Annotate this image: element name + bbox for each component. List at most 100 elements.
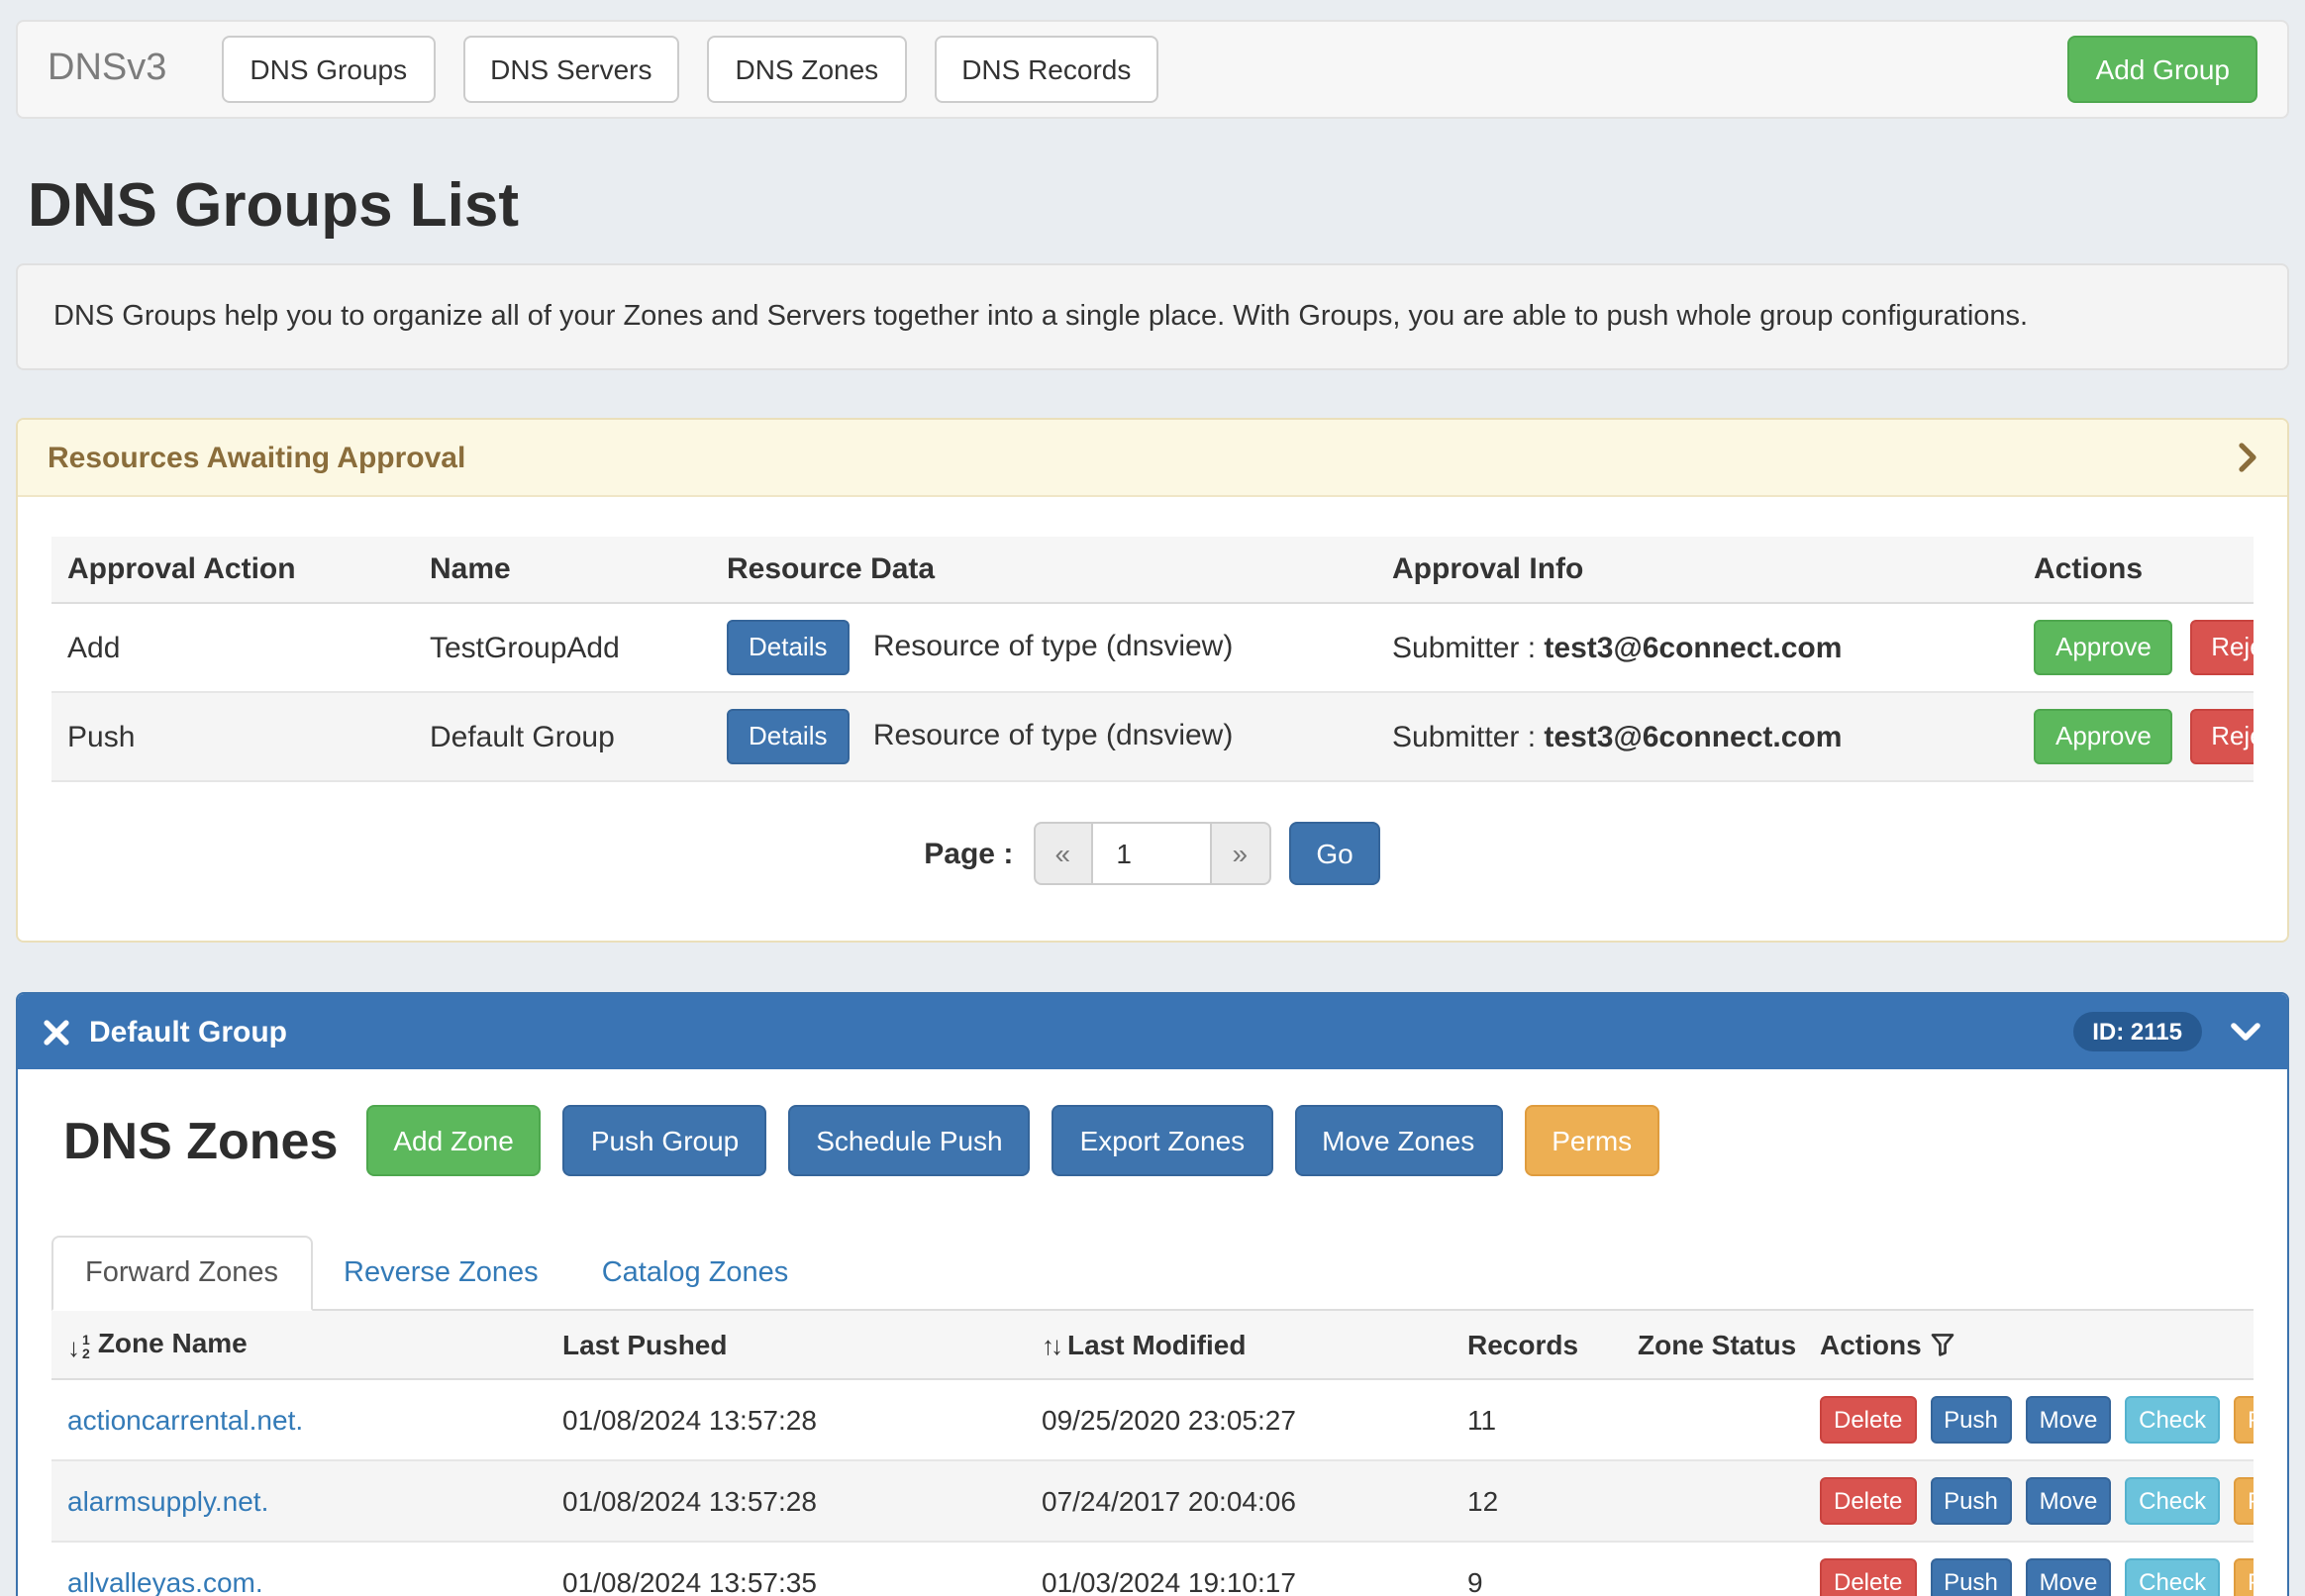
group-panel-body: DNS Zones Add Zone Push Group Schedule P… <box>18 1069 2287 1596</box>
app-brand: DNSv3 <box>48 48 166 91</box>
nav-dns-servers-button[interactable]: DNS Servers <box>462 36 679 103</box>
resource-description: Resource of type (dnsview) <box>873 719 1234 752</box>
details-button[interactable]: Details <box>727 709 850 764</box>
last-modified-value: 07/24/2017 20:04:06 <box>1026 1459 1452 1541</box>
approve-button[interactable]: Approve <box>2034 709 2173 764</box>
col-zone-name[interactable]: ↓12Zone Name <box>51 1311 547 1378</box>
tab-reverse-zones[interactable]: Reverse Zones <box>312 1238 570 1309</box>
delete-zone-button[interactable]: Delete <box>1820 1395 1916 1443</box>
filter-icon <box>1932 1333 1955 1356</box>
submitter-email: test3@6connect.com <box>1544 631 1842 664</box>
details-button[interactable]: Details <box>727 620 850 675</box>
resource-description: Resource of type (dnsview) <box>873 630 1234 663</box>
approval-action: Add <box>51 603 414 692</box>
col-resource-data: Resource Data <box>711 537 1376 603</box>
group-panel-title: Default Group <box>89 1015 287 1048</box>
col-approval-info: Approval Info <box>1376 537 2018 603</box>
page-number-input[interactable] <box>1092 822 1211 885</box>
page-next-button[interactable]: » <box>1211 822 1270 885</box>
last-modified-value: 01/03/2024 19:10:17 <box>1026 1541 1452 1596</box>
col-last-modified[interactable]: ↑↓Last Modified <box>1026 1311 1452 1378</box>
zone-row: allvalleyas.com. 01/08/2024 13:57:35 01/… <box>51 1541 2254 1596</box>
group-panel-header[interactable]: Default Group ID: 2115 <box>18 994 2287 1069</box>
app-viewport: DNSv3 DNS Groups DNS Servers DNS Zones D… <box>0 0 2305 1596</box>
move-zones-button[interactable]: Move Zones <box>1294 1105 1502 1176</box>
zones-table: ↓12Zone Name Last Pushed ↑↓Last Modified… <box>51 1311 2254 1596</box>
col-zone-status: Zone Status <box>1622 1311 1804 1378</box>
zone-row: actioncarrental.net. 01/08/2024 13:57:28… <box>51 1378 2254 1459</box>
group-panel: Default Group ID: 2115 DNS Zones Add Zon… <box>16 992 2289 1596</box>
approval-row: Add TestGroupAdd Details Resource of typ… <box>51 603 2254 692</box>
zone-status-value <box>1622 1459 1804 1541</box>
nav-dns-groups-button[interactable]: DNS Groups <box>222 36 435 103</box>
col-actions: Actions <box>2018 537 2254 603</box>
tab-catalog-zones[interactable]: Catalog Zones <box>570 1238 821 1309</box>
approval-panel-body: Approval Action Name Resource Data Appro… <box>18 497 2287 941</box>
page-prev-button[interactable]: « <box>1033 822 1092 885</box>
approval-table: Approval Action Name Resource Data Appro… <box>51 537 2254 782</box>
push-zone-button[interactable]: Push <box>1930 1557 2012 1596</box>
schedule-push-button[interactable]: Schedule Push <box>788 1105 1030 1176</box>
approval-panel-header[interactable]: Resources Awaiting Approval <box>18 420 2287 497</box>
records-count: 9 <box>1452 1541 1622 1596</box>
reject-button[interactable]: Reject <box>2189 620 2254 675</box>
check-zone-button[interactable]: Check <box>2125 1557 2220 1596</box>
zones-toolbar: DNS Zones Add Zone Push Group Schedule P… <box>51 1105 2254 1176</box>
delete-zone-button[interactable]: Delete <box>1820 1557 1916 1596</box>
zone-perms-button[interactable]: Perms <box>2234 1395 2254 1443</box>
close-icon[interactable] <box>44 1019 69 1045</box>
col-approval-action: Approval Action <box>51 537 414 603</box>
col-zone-actions[interactable]: Actions <box>1804 1311 2254 1378</box>
reject-button[interactable]: Reject <box>2189 709 2254 764</box>
zones-table-header-row: ↓12Zone Name Last Pushed ↑↓Last Modified… <box>51 1311 2254 1378</box>
check-zone-button[interactable]: Check <box>2125 1395 2220 1443</box>
add-group-button[interactable]: Add Group <box>2068 36 2257 103</box>
last-modified-value: 09/25/2020 23:05:27 <box>1026 1378 1452 1459</box>
push-zone-button[interactable]: Push <box>1930 1476 2012 1524</box>
export-zones-button[interactable]: Export Zones <box>1052 1105 1273 1176</box>
push-zone-button[interactable]: Push <box>1930 1395 2012 1443</box>
submitter-label: Submitter : <box>1392 631 1536 664</box>
approval-row: Push Default Group Details Resource of t… <box>51 692 2254 781</box>
col-name: Name <box>414 537 711 603</box>
approval-table-header-row: Approval Action Name Resource Data Appro… <box>51 537 2254 603</box>
tab-forward-zones[interactable]: Forward Zones <box>51 1236 312 1311</box>
check-zone-button[interactable]: Check <box>2125 1476 2220 1524</box>
zone-status-value <box>1622 1378 1804 1459</box>
group-id-badge: ID: 2115 <box>2072 1012 2202 1051</box>
chevron-right-icon[interactable] <box>2238 442 2257 473</box>
approve-button[interactable]: Approve <box>2034 620 2173 675</box>
pagination: Page : « » Go <box>51 822 2254 885</box>
go-button[interactable]: Go <box>1288 822 1380 885</box>
col-records: Records <box>1452 1311 1622 1378</box>
records-count: 11 <box>1452 1378 1622 1459</box>
chevron-down-icon[interactable] <box>2230 1022 2261 1042</box>
zone-name-link[interactable]: allvalleyas.com. <box>67 1565 263 1596</box>
zones-tabs: Forward Zones Reverse Zones Catalog Zone… <box>51 1236 2254 1311</box>
page-description: DNS Groups help you to organize all of y… <box>16 263 2289 370</box>
nav-dns-records-button[interactable]: DNS Records <box>934 36 1158 103</box>
col-last-pushed[interactable]: Last Pushed <box>547 1311 1026 1378</box>
approval-panel-title: Resources Awaiting Approval <box>48 441 465 474</box>
zone-name-link[interactable]: actioncarrental.net. <box>67 1403 303 1435</box>
delete-zone-button[interactable]: Delete <box>1820 1476 1916 1524</box>
submitter-label: Submitter : <box>1392 720 1536 753</box>
perms-button[interactable]: Perms <box>1524 1105 1659 1176</box>
zone-perms-button[interactable]: Perms <box>2234 1476 2254 1524</box>
zone-perms-button[interactable]: Perms <box>2234 1557 2254 1596</box>
move-zone-button[interactable]: Move <box>2026 1395 2112 1443</box>
last-pushed-value: 01/08/2024 13:57:28 <box>547 1378 1026 1459</box>
approval-action: Push <box>51 692 414 781</box>
push-group-button[interactable]: Push Group <box>563 1105 766 1176</box>
zones-heading: DNS Zones <box>63 1110 338 1171</box>
nav-dns-zones-button[interactable]: DNS Zones <box>707 36 906 103</box>
submitter-email: test3@6connect.com <box>1544 720 1842 753</box>
zone-name-link[interactable]: alarmsupply.net. <box>67 1484 268 1516</box>
approval-name: Default Group <box>414 692 711 781</box>
move-zone-button[interactable]: Move <box>2026 1557 2112 1596</box>
move-zone-button[interactable]: Move <box>2026 1476 2112 1524</box>
records-count: 12 <box>1452 1459 1622 1541</box>
add-zone-button[interactable]: Add Zone <box>365 1105 541 1176</box>
approval-panel: Resources Awaiting Approval Approval Act… <box>16 418 2289 943</box>
zone-status-value <box>1622 1541 1804 1596</box>
